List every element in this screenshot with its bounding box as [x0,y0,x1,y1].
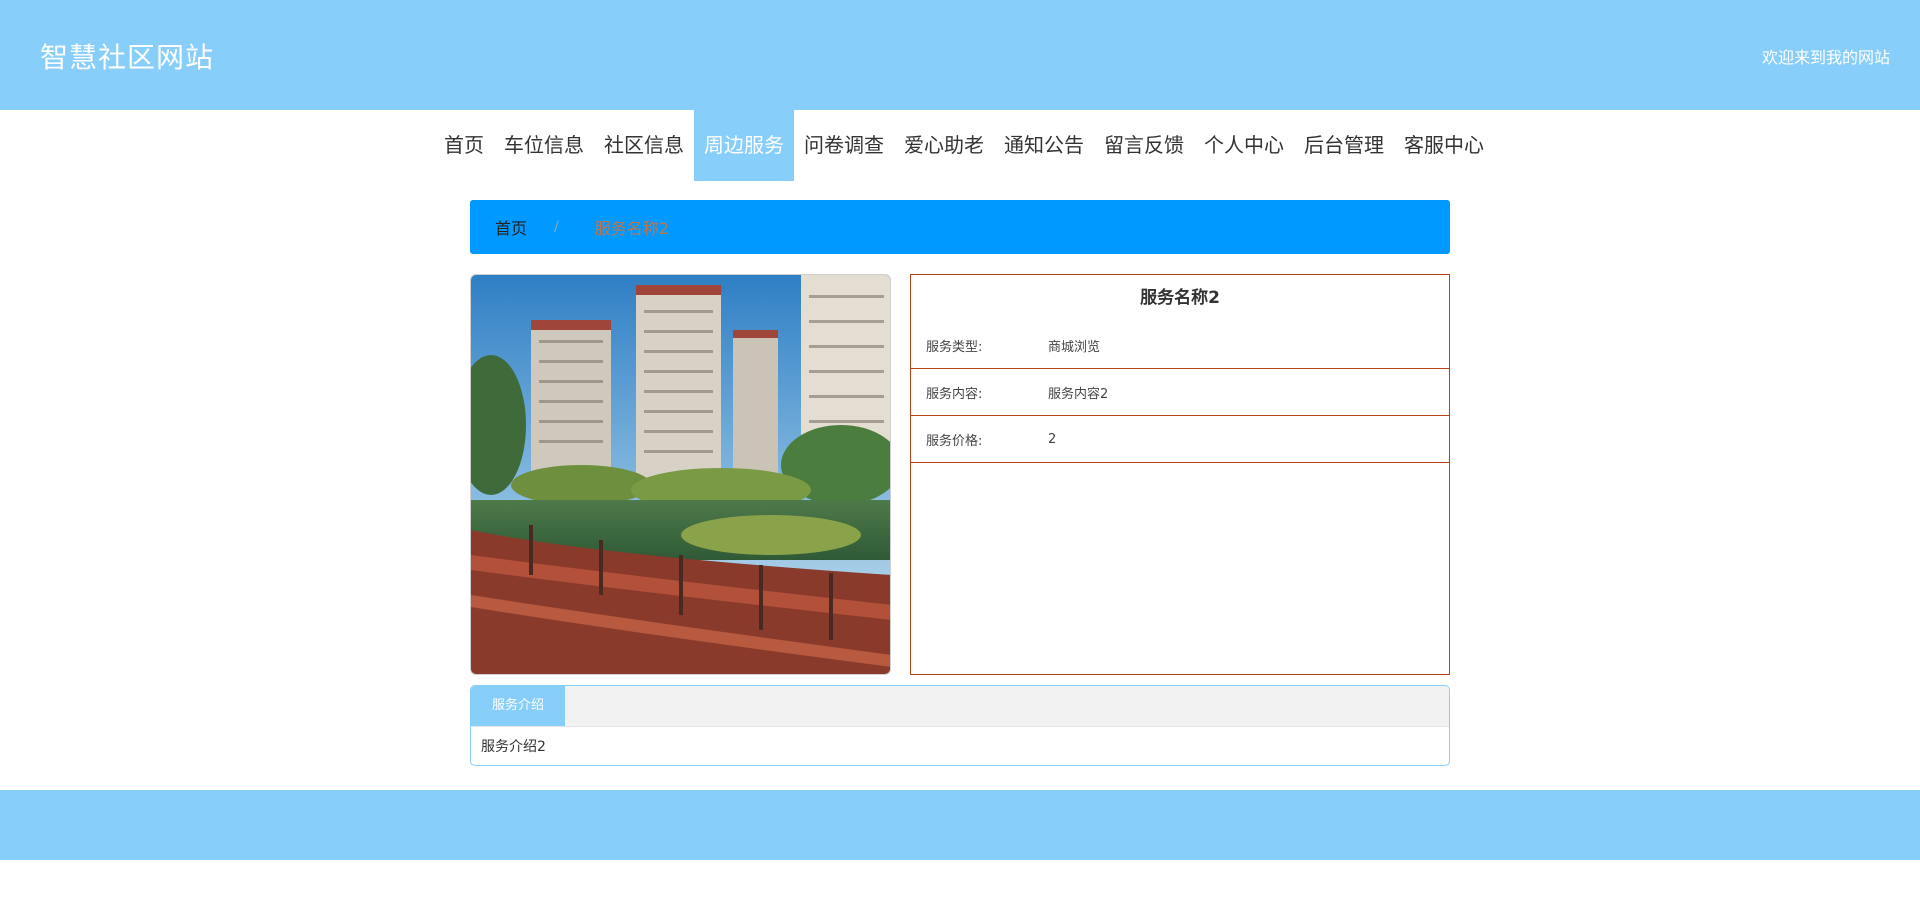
detail-value: 商城浏览 [1048,339,1101,355]
site-title[interactable]: 智慧社区网站 [40,36,214,76]
detail-label: 服务内容: [926,386,983,402]
detail-row-type: 服务类型: 商城浏览 [911,322,1449,369]
nav-item-admin[interactable]: 后台管理 [1294,110,1394,181]
detail-row-content: 服务内容: 服务内容2 [911,369,1449,416]
tab-bar: 服务介绍 [471,686,1449,727]
nav-item-community[interactable]: 社区信息 [594,110,694,181]
service-title: 服务名称2 [1140,288,1220,308]
nav-item-feedback[interactable]: 留言反馈 [1094,110,1194,181]
detail-value: 服务内容2 [1048,386,1109,402]
detail-value: 2 [1048,431,1057,447]
nav-item-survey[interactable]: 问卷调查 [794,110,894,181]
main-nav: 首页 车位信息 社区信息 周边服务 问卷调查 爱心助老 通知公告 留言反馈 个人… [0,110,1920,181]
service-detail-panel: 服务名称2 服务类型: 商城浏览 服务内容: 服务内容2 服务价格: 2 [910,274,1450,675]
nav-item-services[interactable]: 周边服务 [694,110,794,181]
detail-label: 服务价格: [926,433,983,449]
tab-service-intro[interactable]: 服务介绍 [471,686,565,726]
detail-label: 服务类型: [926,339,983,355]
service-tabs: 服务介绍 服务介绍2 [470,685,1450,766]
breadcrumb-current: 服务名称2 [594,219,669,238]
nav-item-home[interactable]: 首页 [434,110,494,181]
nav-item-parking[interactable]: 车位信息 [494,110,594,181]
welcome-text: 欢迎来到我的网站 [1761,48,1890,67]
service-photo [470,274,891,675]
breadcrumb-home[interactable]: 首页 [495,215,527,239]
site-header: 智慧社区网站 欢迎来到我的网站 [0,0,1920,110]
nav-item-elderly-care[interactable]: 爱心助老 [894,110,994,181]
breadcrumb: 首页 / 服务名称2 [470,200,1450,254]
breadcrumb-separator: / [554,219,559,235]
nav-item-customer-service[interactable]: 客服中心 [1394,110,1494,181]
nav-item-notices[interactable]: 通知公告 [994,110,1094,181]
site-footer [0,790,1920,860]
detail-row-price: 服务价格: 2 [911,416,1449,463]
nav-item-profile[interactable]: 个人中心 [1194,110,1294,181]
tab-content: 服务介绍2 [481,739,546,755]
